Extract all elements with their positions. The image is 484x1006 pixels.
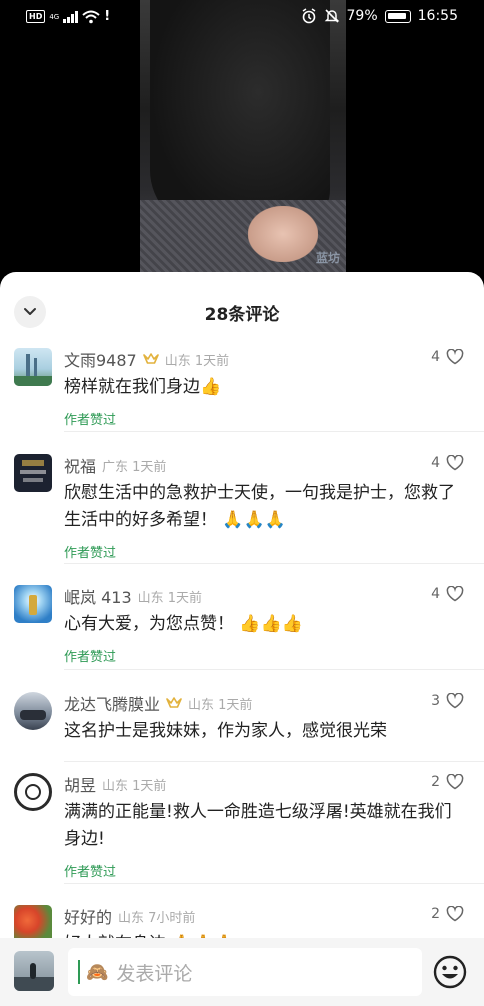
heart-icon [446, 349, 464, 365]
sheet-title: 28条评论 [204, 305, 280, 325]
signal-icon [63, 10, 79, 23]
commenter-name[interactable]: 文雨9487 [64, 347, 137, 371]
comment-meta: 山东 7小时前 [118, 910, 196, 926]
warning-icon: ! [104, 9, 111, 24]
heart-icon [446, 774, 464, 790]
avatar[interactable] [14, 454, 52, 492]
comment-meta: 山东 1天前 [102, 778, 167, 794]
battery-percent: 79% [346, 8, 378, 24]
divider [64, 563, 484, 564]
comment-input-placeholder: 发表评论 [116, 962, 193, 985]
comment-input[interactable]: 🙈 发表评论 [68, 948, 422, 996]
like-button[interactable]: 2 [431, 774, 464, 790]
author-liked-label: 作者赞过 [64, 413, 117, 428]
divider [64, 883, 484, 884]
divider [64, 669, 484, 670]
avatar[interactable] [14, 348, 52, 386]
avatar[interactable] [14, 692, 52, 730]
commenter-name[interactable]: 好好的 [64, 904, 112, 928]
crown-badge-icon [166, 697, 182, 708]
comment-meta: 广东 1天前 [102, 459, 167, 475]
heart-icon [446, 906, 464, 922]
network-type: 4G [49, 12, 60, 21]
comment-meta: 山东 1天前 [188, 697, 253, 713]
mute-icon [324, 9, 339, 23]
comment-text: 榜样就在我们身边👍 [64, 377, 222, 397]
clock: 16:55 [417, 8, 458, 24]
comment-meta: 山东 1天前 [164, 353, 230, 369]
sheet-header: 28条评论 [0, 272, 484, 346]
my-avatar[interactable] [14, 951, 54, 991]
like-count: 3 [431, 693, 440, 709]
comment-meta: 山东 1天前 [137, 590, 203, 606]
divider [64, 761, 484, 762]
heart-icon [446, 455, 464, 471]
comment-input-bar: 🙈 发表评论 [0, 938, 484, 1006]
video-player[interactable]: 蓝坊 [140, 0, 346, 272]
author-liked-label: 作者赞过 [64, 650, 117, 665]
heart-icon [446, 693, 464, 709]
emoji-icon[interactable] [432, 954, 468, 990]
comment-sheet: 28条评论 文雨9487 山东 1天前 4 榜样就在我们身边👍 作者赞过 祝福 … [0, 272, 484, 1006]
avatar[interactable] [14, 773, 52, 811]
divider [64, 431, 484, 432]
like-count: 4 [431, 586, 440, 602]
like-button[interactable]: 4 [431, 349, 464, 365]
comment-text: 这名护士是我妹妹，作为家人，感觉很光荣 [64, 721, 387, 741]
comment-text: 欣慰生活中的急救护士天使，一句我是护士，您救了生活中的好多希望！ 🙏🙏🙏 [64, 483, 455, 530]
commenter-name[interactable]: 岷岚 413 [64, 584, 132, 608]
monkey-icon: 🙈 [86, 961, 109, 983]
commenter-name[interactable]: 胡昱 [64, 772, 96, 796]
like-button[interactable]: 2 [431, 906, 464, 922]
like-button[interactable]: 4 [431, 455, 464, 471]
author-liked-label: 作者赞过 [64, 546, 117, 561]
commenter-name[interactable]: 龙达飞腾膜业 [64, 691, 160, 715]
avatar[interactable] [14, 585, 52, 623]
like-count: 4 [431, 455, 440, 471]
like-count: 4 [431, 349, 440, 365]
comment-text: 心有大爱，为您点赞！ 👍👍👍 [64, 614, 303, 634]
video-frame-hands [248, 206, 318, 262]
comment-text: 满满的正能量!救人一命胜造七级浮屠!英雄就在我们身边! [64, 802, 452, 849]
status-bar: HD 4G ! 79% 16:55 [0, 0, 484, 36]
like-count: 2 [431, 906, 440, 922]
commenter-name[interactable]: 祝福 [64, 453, 96, 477]
like-button[interactable]: 4 [431, 586, 464, 602]
text-caret [78, 960, 80, 984]
battery-icon [384, 9, 411, 23]
hd-badge: HD [26, 10, 46, 23]
heart-icon [446, 586, 464, 602]
alarm-icon [302, 8, 315, 24]
like-button[interactable]: 3 [431, 693, 464, 709]
video-watermark: 蓝坊 [315, 251, 340, 265]
crown-badge-icon [142, 353, 159, 364]
author-liked-label: 作者赞过 [64, 865, 117, 880]
like-count: 2 [431, 774, 440, 790]
wifi-icon [82, 10, 100, 23]
